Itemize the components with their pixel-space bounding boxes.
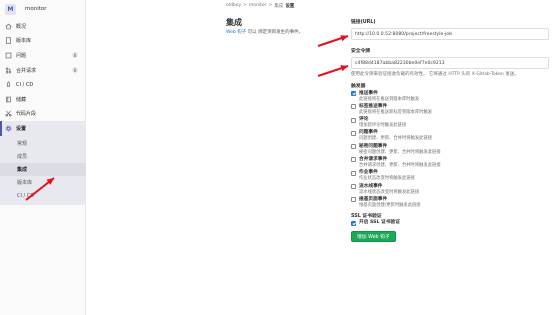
trigger-event-checkbox[interactable]: [351, 91, 356, 96]
add-webhook-button[interactable]: 增加 Web 钩子: [351, 231, 396, 243]
sidebar-item-label: 储藏: [16, 96, 27, 103]
trigger-event-description: 作业状态改变时将触发此链接: [359, 176, 415, 182]
trigger-event-text: 评论 增加新评论时触发此链接: [359, 117, 406, 129]
url-annotation-arrow: [317, 35, 349, 47]
token-help-text: 使用此令牌来验证接收负载的有效性。 它将通过 HTTP 头的 X-Gitlab-…: [351, 71, 519, 77]
sidebar: M monitor 概况 版本库 问题 0 合并请求 0 CI / CD 储藏: [0, 0, 86, 315]
trigger-event-row: 流水线事件 流水线状态改变时将触发此链接: [351, 184, 551, 196]
trigger-event-text: 推送事件 此链接将在推送到版本库时触发: [359, 91, 419, 103]
trigger-event-text: 流水线事件 流水线状态改变时将触发此链接: [359, 184, 419, 196]
breadcrumb-separator: >: [268, 3, 273, 8]
page-description-text: 可以 绑定项目发生的事件。: [246, 30, 304, 35]
sidebar-item-repository[interactable]: 版本库: [0, 34, 86, 49]
secret-token-input[interactable]: c4f88d4187abba82230be0ef7e0c9213: [351, 57, 549, 69]
breadcrumb-item-project[interactable]: monitor: [249, 3, 267, 9]
sidebar-item-overview[interactable]: 概况: [0, 19, 86, 34]
trigger-events-list: 推送事件 此链接将在推送到版本库时触发 标签推送事件 此链接将在推送新标签到版本库时触…: [351, 91, 551, 209]
rocket-icon: [5, 81, 12, 88]
trigger-event-description: 此链接将在推送新标签到版本库时触发: [359, 109, 433, 115]
trigger-label: 触发器: [351, 83, 366, 89]
url-label: 链接(URL): [351, 20, 376, 25]
trigger-event-description: 合并请求创建、更新、合并时将触发此链接: [359, 162, 441, 168]
project-name: monitor: [25, 6, 47, 12]
project-header[interactable]: M monitor: [5, 3, 47, 15]
sidebar-subitem-ci-cd[interactable]: CI / CD: [0, 190, 86, 203]
trigger-event-row: 标签推送事件 此链接将在推送新标签到版本库时触发: [351, 104, 551, 116]
trigger-event-description: 维基页面创建/更新时触发此链接: [359, 202, 421, 208]
trigger-event-row: 评论 增加新评论时触发此链接: [351, 117, 551, 129]
breadcrumb-current: 设置: [285, 4, 295, 9]
page-description: Web 钩子 可以 绑定项目发生的事件。: [226, 29, 303, 35]
breadcrumb-item-integrations[interactable]: 集成: [274, 3, 283, 9]
sidebar-item-label: 代码片段: [16, 111, 37, 118]
token-label: 安全令牌: [351, 49, 371, 54]
trigger-event-description: 秘密问题创建、更新、合并时将触发此链接: [359, 149, 441, 155]
url-input[interactable]: http://10.0.0.52:8080/project/freestyle-…: [351, 28, 549, 40]
merge-requests-count-badge: 0: [72, 67, 78, 74]
sidebar-item-label: 概况: [16, 23, 27, 30]
issues-count-badge: 0: [72, 52, 78, 59]
webhook-doc-link[interactable]: Web 钩子: [226, 30, 246, 35]
ssl-label: SSL 证书验证: [351, 213, 382, 219]
trigger-event-checkbox[interactable]: [351, 104, 356, 110]
sidebar-item-label: 合并请求: [16, 67, 37, 74]
trigger-event-checkbox[interactable]: [351, 130, 356, 136]
trigger-event-checkbox[interactable]: [351, 184, 356, 190]
trigger-event-checkbox[interactable]: [351, 157, 356, 163]
breadcrumb: oldboy > monitor > 集成 设置: [226, 3, 294, 9]
sidebar-item-snippets[interactable]: 代码片段: [0, 107, 86, 122]
trigger-event-description: 此链接将在推送到版本库时触发: [359, 96, 420, 102]
sidebar-item-label: 问题: [16, 52, 27, 59]
sidebar-item-merge-requests[interactable]: 合并请求 0: [0, 63, 86, 78]
sidebar-item-ci-cd[interactable]: CI / CD: [0, 77, 86, 92]
trigger-event-row: 合并请求事件 合并请求创建、更新、合并时将触发此链接: [351, 157, 551, 169]
home-icon: [5, 23, 12, 30]
sidebar-nav: 概况 版本库 问题 0 合并请求 0 CI / CD 储藏 代码片段 设置 常规…: [0, 19, 86, 205]
doc-icon: [5, 37, 12, 45]
trigger-event-text: 问题事件 问题创建、更新、合并时将触发此链接: [359, 130, 432, 142]
trigger-event-checkbox[interactable]: [351, 197, 356, 203]
page-title: 集成: [226, 18, 242, 27]
trigger-event-text: 维基页面事件 维基页面创建/更新时触发此链接: [359, 197, 421, 209]
trigger-event-checkbox[interactable]: [351, 144, 356, 150]
trigger-event-text: 秘密问题事件 秘密问题创建、更新、合并时将触发此链接: [359, 144, 441, 156]
breadcrumb-separator: >: [243, 3, 247, 8]
ssl-verification-label: 开启 SSL 证书验证: [359, 220, 400, 226]
trigger-event-row: 推送事件 此链接将在推送到版本库时触发: [351, 91, 551, 103]
sidebar-subitem-integrations[interactable]: 集成: [0, 163, 86, 177]
gear-icon: [5, 125, 12, 132]
trigger-event-checkbox[interactable]: [351, 117, 356, 123]
book-icon: [5, 96, 12, 103]
sidebar-item-issues[interactable]: 问题 0: [0, 48, 86, 63]
sidebar-item-label: CI / CD: [16, 81, 34, 88]
trigger-event-description: 问题创建、更新、合并时将触发此链接: [359, 136, 433, 142]
trigger-event-row: 问题事件 问题创建、更新、合并时将触发此链接: [351, 130, 551, 142]
merge-request-icon: [5, 67, 12, 74]
trigger-event-text: 合并请求事件 合并请求创建、更新、合并时将触发此链接: [359, 157, 441, 169]
token-annotation-arrow: [317, 65, 349, 77]
sidebar-subitem-general[interactable]: 常规: [0, 137, 86, 150]
sidebar-item-settings[interactable]: 设置: [0, 121, 86, 136]
sidebar-item-label: 设置: [16, 125, 27, 132]
settings-submenu: 常规 成员 集成 版本库 CI / CD: [0, 135, 86, 205]
trigger-event-text: 标签推送事件 此链接将在推送新标签到版本库时触发: [359, 104, 432, 116]
sidebar-item-label: 版本库: [16, 38, 32, 45]
breadcrumb-item-namespace[interactable]: oldboy: [226, 3, 241, 9]
trigger-event-text: 作业事件 作业状态改变时将触发此链接: [359, 170, 415, 182]
ssl-verification-row: 开启 SSL 证书验证: [351, 220, 551, 226]
trigger-event-row: 秘密问题事件 秘密问题创建、更新、合并时将触发此链接: [351, 144, 551, 156]
issues-icon: [5, 52, 12, 59]
sidebar-subitem-repository[interactable]: 版本库: [0, 176, 86, 189]
trigger-event-description: 增加新评论时触发此链接: [359, 123, 407, 129]
trigger-event-row: 作业事件 作业状态改变时将触发此链接: [351, 170, 551, 182]
trigger-event-description: 流水线状态改变时将触发此链接: [359, 189, 420, 195]
webhook-form: 链接(URL) http://10.0.0.52:8080/project/fr…: [351, 18, 551, 243]
trigger-event-row: 维基页面事件 维基页面创建/更新时触发此链接: [351, 197, 551, 209]
project-avatar: M: [5, 3, 16, 15]
ssl-verification-checkbox[interactable]: [351, 220, 356, 226]
sidebar-item-wiki[interactable]: 储藏: [0, 92, 86, 107]
scissors-icon: [5, 110, 12, 117]
sidebar-subitem-members[interactable]: 成员: [0, 150, 86, 163]
trigger-event-checkbox[interactable]: [351, 170, 356, 176]
